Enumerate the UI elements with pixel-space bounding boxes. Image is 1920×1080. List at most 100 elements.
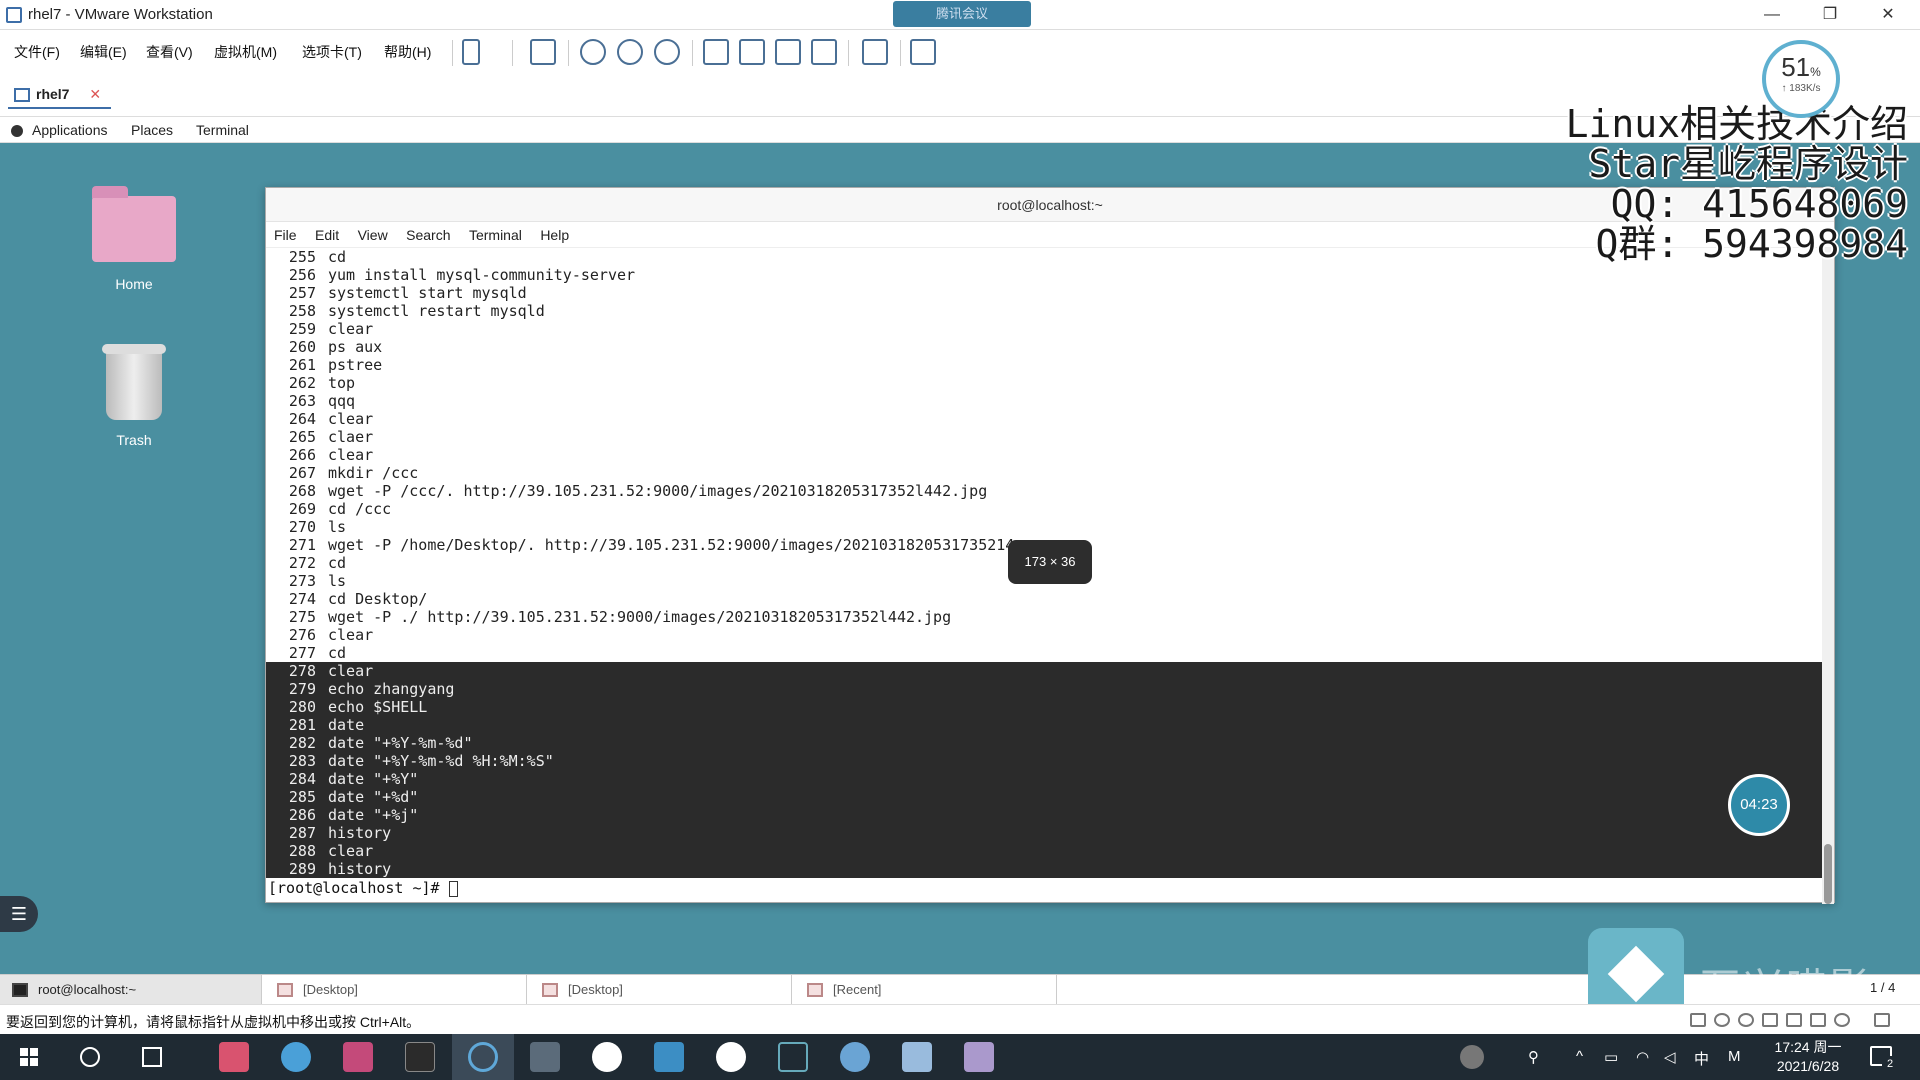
workspace-indicator[interactable]: 1 / 4 — [1870, 980, 1895, 995]
meeting-app-icon[interactable] — [592, 1042, 622, 1072]
h-app-icon[interactable] — [902, 1042, 932, 1072]
toolbar-separator — [900, 40, 901, 66]
tray-app-icon[interactable] — [1460, 1045, 1484, 1069]
window-list-label: [Recent] — [833, 982, 882, 997]
vmware-app-icon[interactable] — [778, 1042, 808, 1072]
terminal-menu-file[interactable]: File — [274, 222, 297, 248]
tab-close-icon[interactable]: ✕ — [89, 86, 101, 102]
windows-taskbar: ⚲ ^ ▭ ◠ ◁ 中 M 17:24 周一 2021/6/28 2 — [0, 1034, 1920, 1080]
history-command: date "+%j" — [328, 806, 419, 824]
windows-start-icon[interactable] — [20, 1048, 38, 1066]
ime-indicator[interactable]: 中 — [1694, 1048, 1709, 1069]
hdd-icon[interactable] — [1690, 1013, 1706, 1027]
network-icon[interactable] — [1762, 1013, 1778, 1027]
terminal-menu[interactable]: Terminal — [196, 122, 249, 138]
history-line: 286 date "+%j" — [266, 806, 1823, 824]
side-menu-icon[interactable]: ☰ — [0, 896, 38, 932]
folder-icon — [542, 983, 558, 997]
chevron-up-icon[interactable]: ^ — [1576, 1048, 1583, 1065]
menu-tabs[interactable]: 选项卡(T) — [302, 42, 362, 62]
history-number: 268 — [288, 482, 316, 500]
cd2-icon[interactable] — [1738, 1013, 1754, 1027]
ime-mode-indicator[interactable]: M — [1728, 1048, 1741, 1065]
cmd-icon[interactable] — [405, 1042, 435, 1072]
desktop-home[interactable]: Home — [79, 186, 189, 292]
browser-icon[interactable] — [281, 1042, 311, 1072]
shell-prompt[interactable]: [root@localhost ~]# — [266, 878, 1823, 898]
terminal-menu-search[interactable]: Search — [406, 222, 450, 248]
scrollbar-thumb[interactable] — [1824, 844, 1832, 904]
store-icon[interactable] — [343, 1042, 373, 1072]
editor-icon[interactable] — [530, 1042, 560, 1072]
task-view-icon[interactable] — [142, 1047, 162, 1067]
photo-app-icon[interactable] — [654, 1042, 684, 1072]
terminal-menu-terminal[interactable]: Terminal — [469, 222, 522, 248]
notes-app-icon[interactable] — [964, 1042, 994, 1072]
console-icon[interactable] — [862, 39, 888, 65]
minimize-button[interactable]: — — [1744, 0, 1800, 30]
window-list-item-recent[interactable]: [Recent] — [795, 975, 1057, 1005]
volume-icon[interactable]: ◁ — [1664, 1048, 1676, 1066]
history-command: wget -P /home/Desktop/. http://39.105.23… — [328, 536, 1015, 554]
text-cursor — [448, 880, 458, 897]
menu-edit[interactable]: 编辑(E) — [80, 42, 127, 62]
desktop-trash[interactable]: Trash — [79, 344, 189, 448]
fullscreen-icon[interactable] — [775, 39, 801, 65]
history-number: 281 — [288, 716, 316, 734]
history-line: 261 pstree — [266, 356, 1823, 374]
printer-icon[interactable] — [1786, 1013, 1802, 1027]
system-clock[interactable]: 17:24 周一 2021/6/28 — [1768, 1038, 1848, 1076]
menu-vm[interactable]: 虚拟机(M) — [214, 42, 277, 62]
history-command: mkdir /ccc — [328, 464, 419, 482]
restore-button[interactable]: ❐ — [1802, 0, 1858, 30]
menu-view[interactable]: 查看(V) — [146, 42, 193, 62]
terminal-menu-view[interactable]: View — [358, 222, 388, 248]
places-menu[interactable]: Places — [131, 122, 173, 138]
library-icon[interactable] — [703, 39, 729, 65]
recording-timer[interactable]: 04:23 — [1728, 774, 1790, 836]
refresh-app-icon[interactable] — [468, 1042, 498, 1072]
history-number: 271 — [288, 536, 316, 554]
people-icon[interactable]: ⚲ — [1528, 1048, 1539, 1066]
snapshot-icon[interactable] — [580, 39, 606, 65]
window-list-item-desktop[interactable]: [Desktop] — [530, 975, 792, 1005]
history-command: systemctl restart mysqld — [328, 302, 545, 320]
thumbnail-icon[interactable] — [739, 39, 765, 65]
applications-menu[interactable]: Applications — [32, 122, 108, 138]
client-app-icon[interactable] — [840, 1042, 870, 1072]
window-title: rhel7 - VMware Workstation — [28, 6, 213, 23]
menu-file[interactable]: 文件(F) — [14, 42, 60, 62]
notification-icon[interactable]: 2 — [1870, 1046, 1898, 1072]
send-keys-icon[interactable] — [530, 39, 556, 65]
meeting-badge[interactable]: 腾讯会议 — [893, 1, 1031, 27]
pause-icon[interactable] — [462, 39, 480, 65]
snapshot-manager-icon[interactable] — [654, 39, 680, 65]
history-command: wget -P /ccc/. http://39.105.231.52:9000… — [328, 482, 988, 500]
folder-icon — [807, 983, 823, 997]
history-number: 260 — [288, 338, 316, 356]
wifi-icon[interactable]: ◠ — [1636, 1048, 1649, 1066]
unity-icon[interactable] — [811, 39, 837, 65]
game-app-icon[interactable] — [716, 1042, 746, 1072]
window-list-item-desktop[interactable]: [Desktop] — [265, 975, 527, 1005]
terminal-scrollbar[interactable] — [1822, 248, 1834, 904]
history-number: 289 — [288, 860, 316, 878]
cd-icon[interactable] — [1714, 1013, 1730, 1027]
revert-snapshot-icon[interactable] — [617, 39, 643, 65]
close-button[interactable]: ✕ — [1860, 0, 1916, 30]
sound-icon[interactable] — [1810, 1013, 1826, 1027]
message-log-icon[interactable] — [1874, 1013, 1890, 1027]
battery-icon[interactable]: ▭ — [1604, 1048, 1618, 1066]
window-list-item-terminal[interactable]: root@localhost:~ — [0, 975, 262, 1005]
stretch-icon[interactable] — [910, 39, 936, 65]
cpu-gauge[interactable]: 51% ↑ 183K/s — [1762, 40, 1840, 118]
terminal-menu-edit[interactable]: Edit — [315, 222, 339, 248]
history-number: 276 — [288, 626, 316, 644]
usb-icon[interactable] — [1834, 1013, 1850, 1027]
tab-rhel7[interactable]: rhel7 ✕ — [8, 83, 112, 109]
terminal-menu-help[interactable]: Help — [540, 222, 569, 248]
history-command: ps aux — [328, 338, 383, 356]
cortana-icon[interactable] — [80, 1047, 100, 1067]
menu-help[interactable]: 帮助(H) — [384, 42, 431, 62]
app-store-icon[interactable] — [219, 1042, 249, 1072]
